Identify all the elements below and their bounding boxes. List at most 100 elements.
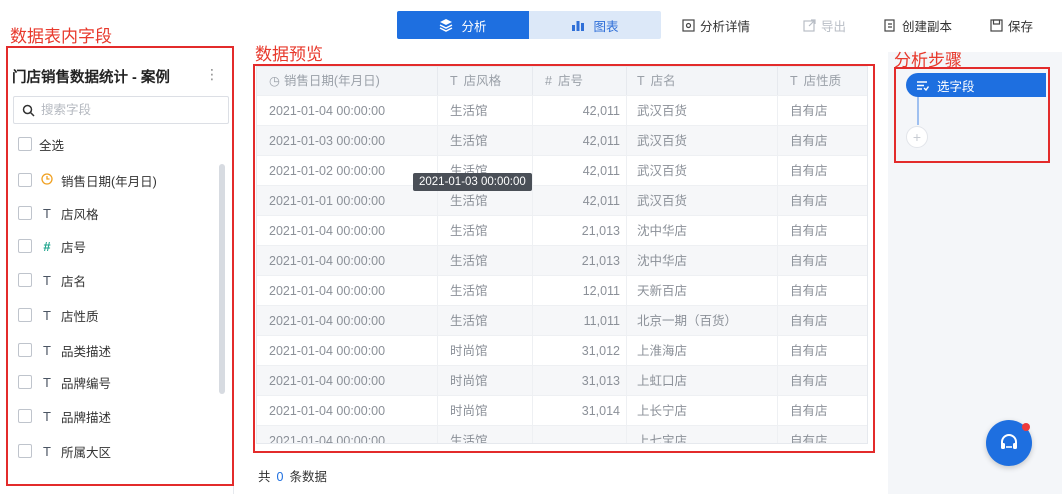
field-name: 店名	[61, 274, 87, 289]
table-cell: 42,011	[533, 96, 627, 126]
column-header-store-number[interactable]: # 店号	[533, 67, 627, 95]
table-row: 2021-01-04 00:00:00 生活馆 21,013 沈中华店 自有店	[257, 215, 867, 246]
top-toolbar: 分析 图表 分析详情 导出 创建副本 保存	[0, 0, 1062, 52]
export-icon	[803, 18, 816, 32]
step-select-fields[interactable]: 选字段	[906, 73, 1046, 97]
annotation-steps-label: 分析步骤	[894, 51, 962, 71]
field-item-store-number[interactable]: # 店号	[18, 236, 86, 256]
tab-chart[interactable]: 图表	[529, 11, 661, 39]
checkbox[interactable]	[18, 137, 32, 151]
row-count-suffix: 条数据	[289, 470, 327, 484]
table-cell: 2021-01-04 00:00:00	[257, 306, 438, 336]
search-icon	[22, 104, 35, 117]
table-row: 2021-01-04 00:00:00 时尚馆 31,012 上淮海店 自有店	[257, 335, 867, 366]
column-header-label: 店号	[557, 74, 583, 88]
export-label: 导出	[821, 19, 847, 34]
field-item-category[interactable]: T 品类描述	[18, 340, 111, 360]
data-preview-table: ◷ 销售日期(年月日) T 店风格 # 店号 T 店名 T 店性质 2021-01-04 …	[256, 66, 868, 444]
text-type-icon: T	[43, 272, 51, 288]
copy-icon	[884, 18, 895, 32]
column-header-label: 店风格	[463, 74, 502, 88]
add-step-button[interactable]: +	[906, 126, 928, 148]
create-copy-label: 创建副本	[902, 19, 953, 34]
table-cell: 42,011	[533, 126, 627, 156]
select-all-label: 全选	[39, 138, 65, 153]
column-header-sale-date[interactable]: ◷ 销售日期(年月日)	[257, 67, 438, 95]
field-item-store-type[interactable]: T 店性质	[18, 305, 99, 325]
table-cell: 2021-01-03 00:00:00	[257, 126, 438, 156]
checkbox[interactable]	[18, 409, 32, 423]
checkbox[interactable]	[18, 239, 32, 253]
checkbox[interactable]	[18, 375, 32, 389]
field-item-brand-desc[interactable]: T 品牌描述	[18, 406, 111, 426]
search-input[interactable]	[41, 103, 211, 117]
select-all-checkbox[interactable]: 全选	[18, 134, 64, 154]
checkbox[interactable]	[18, 343, 32, 357]
analysis-steps-panel: 选字段 +	[888, 52, 1062, 494]
step-label: 选字段	[937, 79, 975, 94]
table-cell: 自有店	[778, 126, 867, 156]
table-cell: 时尚馆	[438, 396, 533, 426]
field-list-scrollbar[interactable]	[219, 164, 225, 394]
field-item-store-style[interactable]: T 店风格	[18, 203, 99, 223]
field-item-sale-date[interactable]: 销售日期(年月日)	[18, 170, 157, 190]
table-cell: 21,013	[533, 216, 627, 246]
table-cell: 2021-01-04 00:00:00	[257, 216, 438, 246]
column-header-store-name[interactable]: T 店名	[627, 67, 778, 95]
table-cell: 自有店	[778, 276, 867, 306]
table-cell: 沈中华店	[627, 246, 778, 276]
table-cell: 生活馆	[438, 96, 533, 126]
table-cell: 沈中华店	[627, 216, 778, 246]
table-row: 2021-01-04 00:00:00 生活馆 42,011 武汉百货 自有店	[257, 95, 867, 126]
table-cell: 上七宝店	[627, 426, 778, 443]
text-type-icon: T	[790, 74, 798, 88]
table-cell: 生活馆	[438, 126, 533, 156]
notification-dot	[1022, 423, 1030, 431]
table-row: 2021-01-04 00:00:00 生活馆 12,011 天新百店 自有店	[257, 275, 867, 306]
row-count-number: 0	[276, 470, 284, 484]
field-item-region[interactable]: T 所属大区	[18, 441, 111, 461]
row-count-prefix: 共	[258, 470, 271, 484]
cell-tooltip: 2021-01-03 00:00:00	[413, 173, 532, 191]
table-cell: 北京一期（百货）	[627, 306, 778, 336]
column-header-store-style[interactable]: T 店风格	[438, 67, 533, 95]
clock-icon: ◷	[269, 74, 280, 88]
clock-icon	[39, 172, 55, 188]
field-item-store-name[interactable]: T 店名	[18, 270, 86, 290]
checkbox[interactable]	[18, 173, 32, 187]
save-button[interactable]: 保存	[990, 11, 1033, 39]
export-button[interactable]: 导出	[803, 11, 846, 39]
table-cell: 生活馆	[438, 246, 533, 276]
checkbox[interactable]	[18, 206, 32, 220]
field-name: 店风格	[61, 207, 99, 222]
table-cell: 2021-01-04 00:00:00	[257, 96, 438, 126]
table-cell: 武汉百货	[627, 96, 778, 126]
table-row: 2021-01-02 00:00:00 生活馆 42,011 武汉百货 自有店	[257, 155, 867, 186]
more-vertical-icon[interactable]: ⋮	[205, 66, 219, 83]
checkbox[interactable]	[18, 308, 32, 322]
checkbox[interactable]	[18, 444, 32, 458]
checkbox[interactable]	[18, 273, 32, 287]
table-cell: 生活馆	[438, 216, 533, 246]
field-name: 所属大区	[61, 445, 112, 460]
table-cell: 自有店	[778, 366, 867, 396]
number-type-icon: #	[43, 238, 51, 254]
annotation-fields-label: 数据表内字段	[10, 27, 112, 47]
table-cell: 生活馆	[438, 426, 533, 443]
field-name: 品类描述	[61, 344, 112, 359]
table-cell: 自有店	[778, 96, 867, 126]
tab-analysis[interactable]: 分析	[397, 11, 529, 39]
table-row: 2021-01-04 00:00:00 生活馆 11,011 北京一期（百货） …	[257, 305, 867, 336]
step-connector	[917, 97, 919, 125]
layers-icon	[440, 19, 453, 32]
text-type-icon: T	[43, 443, 51, 459]
field-item-brand-code[interactable]: T 品牌编号	[18, 372, 111, 392]
create-copy-button[interactable]: 创建副本	[884, 11, 952, 39]
table-cell: 天新百店	[627, 276, 778, 306]
table-cell: 自有店	[778, 246, 867, 276]
column-header-store-type[interactable]: T 店性质	[778, 67, 867, 95]
table-row: 2021-01-04 00:00:00 生活馆 21,013 沈中华店 自有店	[257, 245, 867, 276]
table-cell: 2021-01-04 00:00:00	[257, 366, 438, 396]
analysis-detail-button[interactable]: 分析详情	[682, 11, 750, 39]
table-cell	[533, 426, 627, 443]
